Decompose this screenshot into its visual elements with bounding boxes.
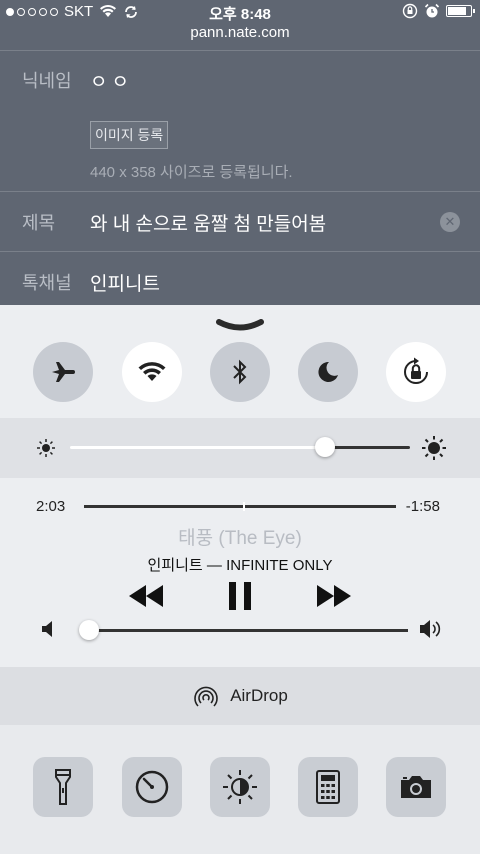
brightness-track-rest <box>325 446 410 449</box>
calculator-button[interactable] <box>298 757 358 817</box>
brightness-slider[interactable] <box>70 437 410 457</box>
night-shift-icon <box>223 770 257 804</box>
brightness-high-icon <box>422 436 446 460</box>
brightness-thumb[interactable] <box>315 437 335 457</box>
flashlight-icon <box>55 769 71 805</box>
brightness-low-icon <box>37 439 55 457</box>
orientation-lock-icon <box>402 3 418 19</box>
airplane-icon <box>52 362 75 382</box>
title-label: 제목 <box>22 213 56 233</box>
wifi-icon <box>138 362 166 381</box>
channel-row: 톡채널 인피니트 <box>0 251 480 312</box>
wifi-toggle[interactable] <box>122 342 182 402</box>
playback-position-marker[interactable] <box>243 502 245 511</box>
bluetooth-icon <box>233 359 247 385</box>
flashlight-button[interactable] <box>33 757 93 817</box>
camera-icon <box>401 776 431 798</box>
playback-scrubber[interactable] <box>84 502 396 511</box>
battery-icon <box>446 5 475 17</box>
artist-album: 인피니트 — INFINITE ONLY <box>147 557 333 574</box>
calculator-icon <box>316 770 340 804</box>
timer-icon <box>135 770 169 804</box>
control-center: 2:03 -1:58 태풍 (The Eye) 인피니트 — INFINITE … <box>0 305 480 854</box>
rotation-lock-toggle[interactable] <box>386 342 446 402</box>
airdrop-button[interactable]: AirDrop <box>0 667 480 725</box>
shortcuts-row <box>0 725 480 854</box>
airdrop-label: AirDrop <box>230 686 288 705</box>
fast-forward-button[interactable] <box>315 582 353 610</box>
post-form: 닉네임 ㅇㅇ 이미지 등록 440 x 358 사이즈로 등록됩니다. 제목 와… <box>0 50 480 312</box>
nickname-row: 닉네임 ㅇㅇ 이미지 등록 440 x 358 사이즈로 등록됩니다. <box>0 50 480 191</box>
camera-button[interactable] <box>386 757 446 817</box>
status-right <box>402 3 475 19</box>
song-title: 태풍 (The Eye) <box>178 528 302 549</box>
night-shift-button[interactable] <box>210 757 270 817</box>
nickname-value[interactable]: ㅇㅇ <box>90 67 133 94</box>
volume-low-icon <box>42 621 52 637</box>
channel-value[interactable]: 인피니트 <box>90 269 160 296</box>
status-bar: SKT 오후 8:48 <box>0 0 480 23</box>
url-bar[interactable]: pann.nate.com <box>0 24 480 41</box>
rotation-lock-icon <box>404 357 428 384</box>
now-playing-section: 2:03 -1:58 태풍 (The Eye) 인피니트 — INFINITE … <box>0 478 480 668</box>
nickname-label: 닉네임 <box>22 71 72 91</box>
channel-label: 톡채널 <box>22 273 72 293</box>
image-size-note: 440 x 358 사이즈로 등록됩니다. <box>90 164 293 181</box>
volume-thumb[interactable] <box>79 620 99 640</box>
pause-button[interactable] <box>226 580 254 612</box>
title-input[interactable]: 와 내 손으로 움짤 첨 만들어봄 <box>90 209 326 236</box>
toggle-row <box>0 341 480 405</box>
airplane-mode-toggle[interactable] <box>33 342 93 402</box>
title-row: 제목 와 내 손으로 움짤 첨 만들어봄 ✕ <box>0 191 480 251</box>
brightness-section <box>0 418 480 478</box>
do-not-disturb-toggle[interactable] <box>298 342 358 402</box>
remaining-time: -1:58 <box>405 498 440 515</box>
volume-slider[interactable] <box>79 620 408 640</box>
image-upload-button[interactable]: 이미지 등록 <box>90 121 169 149</box>
clear-title-icon[interactable]: ✕ <box>440 212 460 232</box>
grabber-chevron-icon[interactable] <box>216 319 264 333</box>
alarm-icon <box>424 3 440 18</box>
brightness-track-active <box>70 446 325 449</box>
moon-icon <box>318 361 338 382</box>
rewind-button[interactable] <box>127 582 165 610</box>
timer-button[interactable] <box>122 757 182 817</box>
bluetooth-toggle[interactable] <box>210 342 270 402</box>
airdrop-icon <box>194 686 218 707</box>
elapsed-time: 2:03 <box>36 498 66 515</box>
volume-high-icon <box>420 620 441 638</box>
